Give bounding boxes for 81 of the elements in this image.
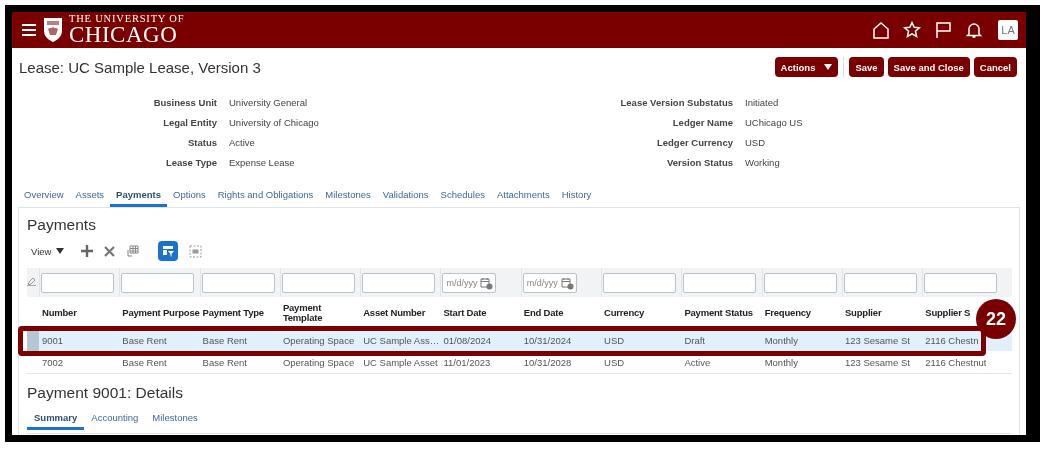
- table-cell-text: USD: [603, 334, 625, 346]
- user-avatar[interactable]: LA: [998, 20, 1018, 40]
- field-value: UChicago US: [745, 116, 804, 128]
- column-header[interactable]: Number: [39, 307, 77, 319]
- tab[interactable]: Accounting: [84, 408, 146, 430]
- table-cell-text: 2116 Chestnut: [924, 356, 987, 368]
- field-label: Ledger Name: [671, 116, 733, 128]
- column-header[interactable]: Payment Template: [279, 302, 361, 324]
- section-title: Payment 9001: Details: [27, 384, 184, 402]
- tab[interactable]: History: [555, 184, 598, 207]
- table-cell-text: USD: [603, 356, 625, 368]
- table-cell-text: Operating Space: [281, 334, 355, 346]
- tab[interactable]: Summary: [27, 408, 85, 430]
- column-header[interactable]: Asset Number: [360, 307, 426, 319]
- column-header[interactable]: Frequency: [761, 307, 811, 319]
- table-cell-text: Base Rent: [201, 356, 247, 368]
- table-cell-text: 01/08/2024: [442, 334, 492, 346]
- tab[interactable]: Validations: [376, 184, 435, 207]
- tab[interactable]: Payments: [110, 184, 167, 207]
- date-filter-field[interactable]: m/d/yyy: [442, 272, 497, 293]
- table-row[interactable]: 7002 Base Rent Base Rent Operating Space UC Sample Asset 11/01/2023 10/31/2028 USD Active Monthly 123 Sesame St 2116 Chestnut: [27, 351, 1012, 374]
- field-value: University General: [229, 96, 309, 108]
- table-cell-text: Monthly: [763, 334, 798, 346]
- action-button[interactable]: Save: [849, 57, 884, 77]
- tab[interactable]: Options: [167, 184, 212, 207]
- table-cell-text: 11/01/2023: [442, 356, 491, 368]
- table-cell-text: UC Sample Asset: [362, 356, 438, 368]
- tab[interactable]: Assets: [69, 184, 111, 207]
- step-badge: 22: [976, 299, 1016, 339]
- tab[interactable]: Overview: [18, 184, 70, 207]
- field-label: Lease Version Substatus: [619, 96, 733, 108]
- table-cell-text: Monthly: [763, 356, 798, 368]
- column-header[interactable]: Payment Status: [681, 307, 753, 319]
- table-cell-text: UC Sample Ass…: [362, 334, 440, 346]
- column-header[interactable]: Start Date: [440, 307, 487, 319]
- field-label: Status: [186, 136, 217, 148]
- field-value: Active: [229, 136, 256, 148]
- field-label: Ledger Currency: [655, 136, 733, 148]
- table-cell-text: Draft: [683, 334, 705, 346]
- column-header[interactable]: End Date: [520, 307, 564, 319]
- field-value: USD: [745, 136, 767, 148]
- logo-text: CHICAGO: [69, 23, 179, 47]
- action-button[interactable]: Save and Close: [887, 57, 970, 77]
- logo-text: THE UNIVERSITY OF: [69, 13, 185, 25]
- field-value: University of Chicago: [229, 116, 320, 128]
- field-label: Version Status: [666, 156, 733, 168]
- column-header[interactable]: Supplier: [841, 307, 882, 319]
- action-button[interactable]: Cancel: [973, 57, 1017, 77]
- view-menu[interactable]: View: [31, 245, 65, 257]
- tab[interactable]: Attachments: [490, 184, 556, 207]
- table-cell-text: 10/31/2024: [522, 334, 572, 346]
- table-cell-text: Operating Space: [281, 356, 355, 368]
- table-cell-text: Active: [683, 356, 711, 368]
- column-header[interactable]: Currency: [601, 307, 645, 319]
- tab[interactable]: Milestones: [319, 184, 377, 207]
- field-label: Lease Type: [164, 156, 217, 168]
- date-filter-field[interactable]: m/d/yyy: [522, 272, 577, 293]
- actions-menu-button[interactable]: Actions: [774, 57, 839, 77]
- tab[interactable]: Rights and Obligations: [211, 184, 320, 207]
- table-cell-text: Base Rent: [121, 334, 167, 346]
- table-cell-text: Base Rent: [201, 334, 247, 346]
- field-value: Initiated: [745, 96, 780, 108]
- table-cell-text: 123 Sesame St: [843, 356, 910, 368]
- field-value: Working: [745, 156, 781, 168]
- table-cell-text: Base Rent: [121, 356, 167, 368]
- table-cell-text: 2116 Chestn: [924, 334, 979, 346]
- table-cell-text: 123 Sesame St: [843, 334, 910, 346]
- field-label: Legal Entity: [162, 116, 217, 128]
- page-title: Lease: UC Sample Lease, Version 3: [19, 58, 261, 76]
- table-cell-text: 7002: [41, 356, 64, 368]
- column-header[interactable]: Supplier S: [922, 307, 971, 319]
- column-header[interactable]: Payment Purpose: [119, 307, 200, 319]
- tab[interactable]: Milestones: [145, 408, 205, 430]
- section-title: Payments: [27, 216, 97, 234]
- table-cell-text: 10/31/2028: [522, 356, 572, 368]
- table-cell-text: 9001: [41, 334, 64, 346]
- field-value: Expense Lease: [229, 156, 296, 168]
- tab[interactable]: Schedules: [434, 184, 491, 207]
- field-label: Business Unit: [152, 96, 217, 108]
- table-row[interactable]: 9001 Base Rent Base Rent Operating Space UC Sample Ass… 01/08/2024 10/31/2024 USD Draft Monthly 123 Sesame St 2116 Chestn: [27, 329, 1012, 351]
- column-header[interactable]: Payment Type: [199, 307, 264, 319]
